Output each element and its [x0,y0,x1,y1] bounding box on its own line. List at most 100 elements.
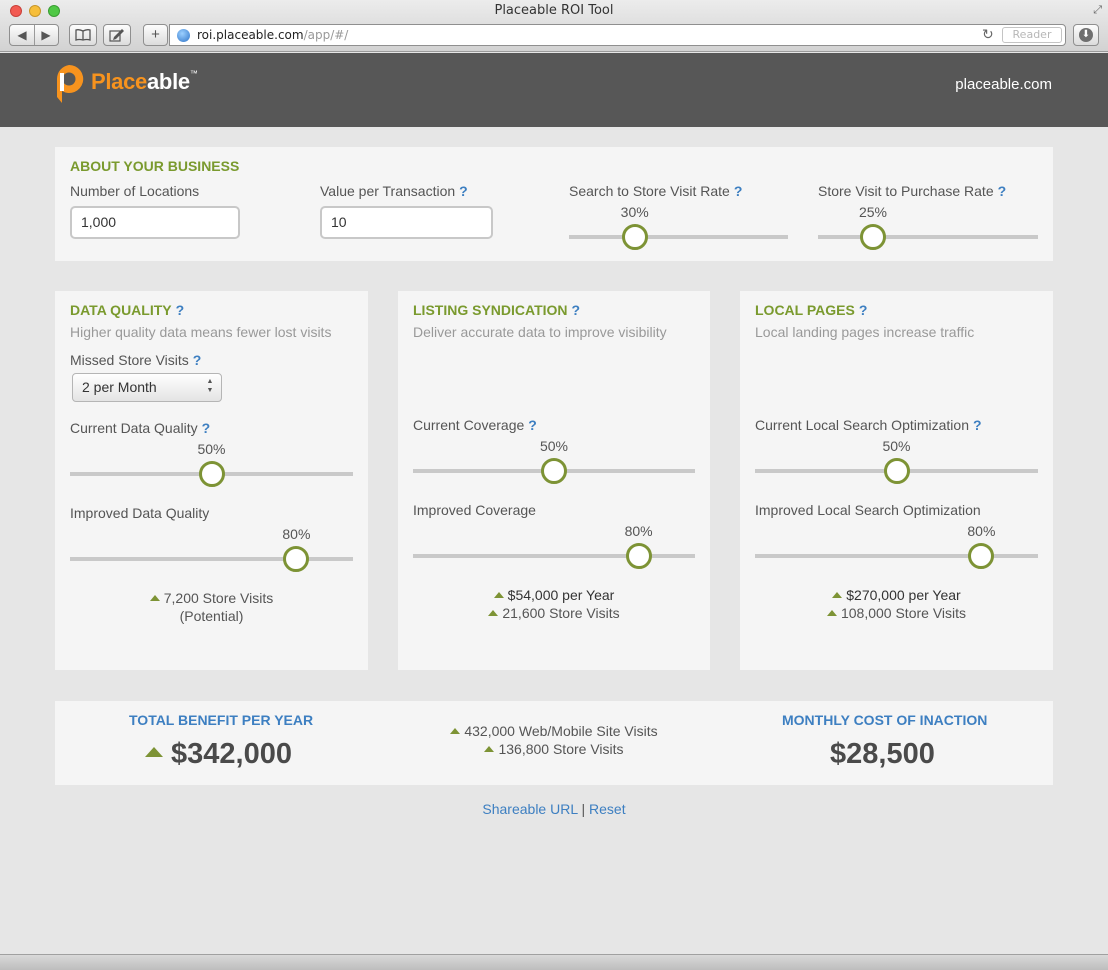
slider-track [70,557,353,561]
trademark-mark: ™ [189,69,198,78]
download-icon: ⬇ [1079,28,1093,42]
value-help-icon[interactable]: ? [459,183,468,199]
locations-label: Number of Locations [70,183,200,199]
slider-track [818,235,1038,239]
forward-button[interactable]: ▶ [34,25,58,45]
missed-visits-select[interactable]: 2 per Month ▲ ▼ [72,373,222,402]
value-label-text: Value per Transaction [320,183,456,199]
increase-arrow-icon [826,610,837,616]
window-status-bar [0,954,1108,970]
slider-handle[interactable] [283,546,310,572]
slider-track [755,554,1038,558]
slider-handle[interactable] [883,458,910,484]
link-separator: | [581,801,586,817]
slider-handle[interactable] [541,458,567,484]
missed-visits-label-text: Missed Store Visits [70,352,189,368]
select-arrows-icon: ▲ ▼ [206,378,214,394]
current-data-quality-help-icon[interactable]: ? [202,420,211,436]
visit-rate-slider[interactable]: 30% [569,204,788,250]
data-quality-subtitle: Higher quality data means fewer lost vis… [70,324,332,340]
local-visits-result: 108,000 Store Visits [740,605,1053,621]
local-visits-value: 108,000 Store Visits [840,605,967,621]
improved-coverage-percent: 80% [624,523,653,539]
value-per-transaction-input[interactable]: 10 [320,206,493,239]
slider-handle[interactable] [968,543,995,569]
locations-input[interactable]: 1,000 [70,206,240,239]
increase-arrow-icon [149,595,160,601]
browser-toolbar: Placeable ROI Tool ⤢ ◀ ▶ + roi.placeable.… [0,0,1108,52]
improved-data-quality-percent: 80% [282,526,311,542]
listing-heading-text: LISTING SYNDICATION [413,302,568,318]
window-title: Placeable ROI Tool [494,3,614,18]
shareable-url-link[interactable]: Shareable URL [482,801,577,817]
downloads-button[interactable]: ⬇ [1073,24,1099,46]
fullscreen-icon[interactable]: ⤢ [1093,4,1102,17]
current-coverage-label: Current Coverage? [413,417,537,433]
current-coverage-percent: 50% [539,438,569,454]
url-host: roi.placeable.com [197,28,304,42]
cost-of-inaction-heading: MONTHLY COST OF INACTION [782,712,988,728]
reader-button[interactable]: Reader [1002,27,1062,43]
visit-rate-help-icon[interactable]: ? [734,183,743,199]
listing-syndication-panel: LISTING SYNDICATION? Deliver accurate da… [398,291,710,670]
site-header: Placeable™ placeable.com [0,53,1108,127]
data-quality-help-icon[interactable]: ? [176,302,185,318]
site-link[interactable]: placeable.com [955,76,1052,93]
missed-visits-label: Missed Store Visits? [70,352,201,368]
improved-local-search-slider[interactable]: 80% [755,523,1038,569]
increase-arrow-icon [484,746,495,752]
increase-arrow-icon [493,592,504,598]
slider-handle[interactable] [625,543,652,569]
slider-track [569,235,788,239]
reset-link[interactable]: Reset [589,801,626,817]
data-quality-panel: DATA QUALITY? Higher quality data means … [55,291,368,670]
data-quality-heading-text: DATA QUALITY [70,302,172,318]
book-icon [75,29,91,41]
current-data-quality-label: Current Data Quality? [70,420,210,436]
value-per-transaction-label: Value per Transaction? [320,183,468,199]
current-local-search-slider[interactable]: 50% [755,438,1038,484]
slider-handle[interactable] [198,461,225,487]
back-button[interactable]: ◀ [10,25,34,45]
bookmarks-button[interactable] [69,24,97,46]
improved-local-search-percent: 80% [967,523,996,539]
listing-subtitle: Deliver accurate data to improve visibil… [413,324,667,340]
listing-visits-value: 21,600 Store Visits [502,605,620,621]
local-money-value: $270,000 per Year [846,587,961,603]
local-money-result: $270,000 per Year [740,587,1053,603]
address-bar[interactable]: roi.placeable.com/app/#/ ↻ Reader [169,24,1066,46]
current-local-search-percent: 50% [882,438,911,454]
listing-money-value: $54,000 per Year [507,587,615,603]
slider-handle[interactable] [621,224,648,250]
purchase-rate-label: Store Visit to Purchase Rate? [818,183,1006,199]
purchase-rate-help-icon[interactable]: ? [998,183,1007,199]
listing-help-icon[interactable]: ? [572,302,581,318]
reading-list-button[interactable] [103,24,131,46]
listing-heading: LISTING SYNDICATION? [413,302,580,318]
brand-name-able: able [147,69,190,94]
data-quality-result: 7,200 Store Visits [55,590,368,606]
missed-visits-help-icon[interactable]: ? [193,352,202,368]
data-quality-store-visits: 7,200 Store Visits [163,590,274,606]
slider-handle[interactable] [860,224,886,250]
current-local-search-label: Current Local Search Optimization? [755,417,982,433]
reload-icon[interactable]: ↻ [982,25,994,45]
current-coverage-help-icon[interactable]: ? [528,417,537,433]
improved-coverage-slider[interactable]: 80% [413,523,695,569]
brand-name[interactable]: Placeable™ [91,69,198,95]
add-bookmark-button[interactable]: + [143,24,168,46]
footer-links: Shareable URL | Reset [0,801,1108,817]
purchase-rate-slider[interactable]: 25% [818,204,1038,250]
improved-data-quality-slider[interactable]: 80% [70,526,353,572]
button-divider [34,25,35,45]
current-coverage-slider[interactable]: 50% [413,438,695,484]
local-pages-subtitle: Local landing pages increase traffic [755,324,975,340]
placeable-logo-icon[interactable] [53,63,85,105]
current-data-quality-slider[interactable]: 50% [70,441,353,487]
local-pages-panel: LOCAL PAGES? Local landing pages increas… [740,291,1053,670]
url-path: /app/#/ [303,28,349,42]
current-data-quality-percent: 50% [197,441,226,457]
current-local-search-help-icon[interactable]: ? [973,417,982,433]
local-pages-help-icon[interactable]: ? [859,302,868,318]
missed-visits-value: 2 per Month [82,379,157,395]
